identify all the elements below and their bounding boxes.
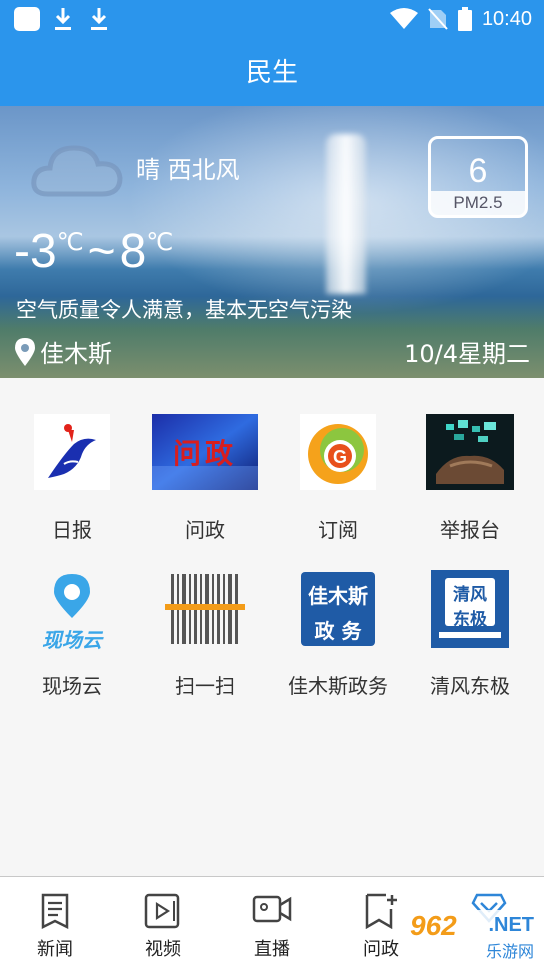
services-grid: 日报 问政 问政 G 订阅 举报台 现场云 现场云 扫一扫 佳木斯 政 务 佳木… <box>0 378 544 876</box>
temp-unit: ℃ <box>146 229 174 256</box>
weather-card[interactable]: 晴 西北风 6 PM2.5 -3 ℃ ~ 8 ℃ 空气质量令人满意，基本无空气污… <box>0 106 544 378</box>
barcode-scan-icon <box>165 574 245 644</box>
air-quality-text: 空气质量令人满意，基本无空气污染 <box>16 298 352 322</box>
tab-label: 新闻 <box>37 939 73 960</box>
temp-high: 8 <box>119 225 147 278</box>
news-icon <box>41 893 69 929</box>
jiamusi-gov-logo-icon: 佳木斯 政 务 <box>301 572 375 646</box>
tab-live[interactable]: 直播 <box>217 877 327 967</box>
battery-icon <box>457 7 472 31</box>
pm25-value: 6 <box>468 152 488 190</box>
temperature-range: -3 ℃ ~ 8 ℃ <box>14 224 173 279</box>
tab-label: 视频 <box>145 939 181 960</box>
background-lighthouse <box>326 134 366 294</box>
notification-icon <box>14 7 40 31</box>
weather-condition: 晴 西北风 <box>136 156 240 184</box>
pm25-label: PM2.5 <box>431 191 525 215</box>
wifi-icon <box>389 8 418 29</box>
location[interactable]: 佳木斯 <box>14 334 112 369</box>
cloud-icon <box>31 145 123 197</box>
no-sim-icon <box>428 8 448 30</box>
page-title: 民生 <box>245 58 298 88</box>
location-pin-icon <box>15 337 35 366</box>
svg-text:G: G <box>333 447 347 467</box>
temp-low: -3 <box>14 225 57 278</box>
clock: 10:40 <box>481 7 532 30</box>
tab-label: 直播 <box>254 939 290 960</box>
video-icon <box>144 893 180 929</box>
temp-unit: ℃ <box>56 229 84 256</box>
wenzheng-logo-text: 问政 <box>172 437 237 470</box>
watermark-suffix: .NET <box>488 914 534 936</box>
subscribe-logo-icon: G <box>300 414 376 490</box>
watermark-site: 乐游网 <box>485 942 534 961</box>
app-bar: 民生 <box>0 38 544 106</box>
download-icon <box>55 8 71 30</box>
watermark-number: 962 <box>410 910 457 941</box>
live-camera-icon <box>252 895 292 923</box>
status-bar: 10:40 <box>0 0 544 38</box>
service-xianchangyun[interactable]: 现场云 现场云 <box>4 534 140 698</box>
tab-video[interactable]: 视频 <box>108 877 218 967</box>
download-icon <box>91 8 107 30</box>
qingfeng-logo-icon: 清风 东极 <box>431 570 509 648</box>
service-scan[interactable]: 扫一扫 <box>137 534 273 698</box>
service-subscribe[interactable]: G 订阅 <box>270 378 406 542</box>
ask-gov-icon <box>365 893 397 929</box>
service-label: 现场云 <box>42 674 102 698</box>
location-name: 佳木斯 <box>40 340 112 368</box>
service-qingfeng[interactable]: 清风 东极 清风东极 <box>402 534 538 698</box>
watermark-logo: 962 .NET 乐游网 <box>406 910 540 962</box>
xianchangyun-logo-text: 现场云 <box>42 628 102 652</box>
pm25-badge: 6 PM2.5 <box>428 136 528 218</box>
service-wenzheng[interactable]: 问政 问政 <box>137 378 273 542</box>
service-report[interactable]: 举报台 <box>402 378 538 542</box>
temp-separator: ~ <box>87 225 116 278</box>
service-label: 佳木斯政务 <box>288 674 388 698</box>
service-label: 清风东极 <box>430 674 510 698</box>
weather-date: 10/4星期二 <box>404 340 530 368</box>
service-daily-news[interactable]: 日报 <box>4 378 140 542</box>
daily-news-logo-icon <box>34 414 110 490</box>
tab-news[interactable]: 新闻 <box>0 877 110 967</box>
report-logo-icon <box>426 414 514 490</box>
service-jiamusi-gov[interactable]: 佳木斯 政 务 佳木斯政务 <box>270 534 406 698</box>
service-label: 扫一扫 <box>175 674 235 698</box>
